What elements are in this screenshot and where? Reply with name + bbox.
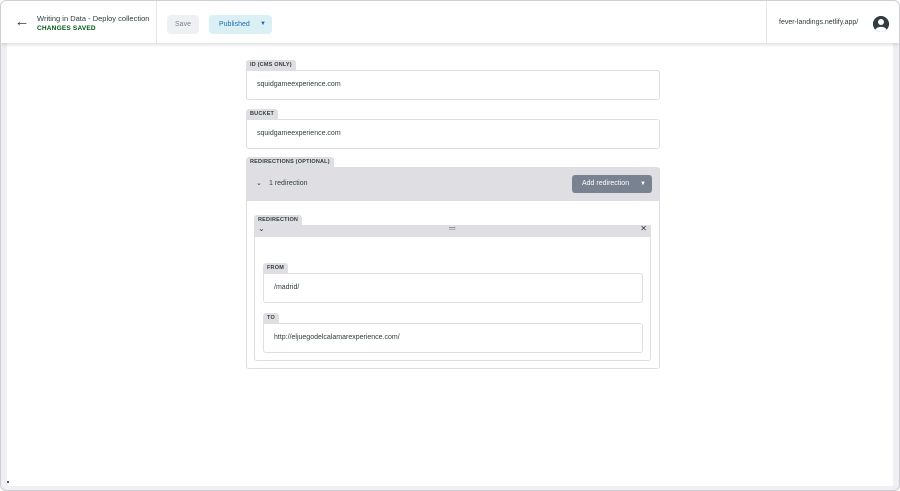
toolbar-divider: [156, 1, 157, 43]
caret-down-icon: ▼: [260, 21, 266, 27]
to-field-label: TO: [263, 313, 279, 323]
from-field-label: FROM: [263, 263, 288, 273]
id-field-input[interactable]: squidgameexperience.com: [246, 70, 660, 100]
resize-dot: [7, 481, 9, 483]
redirections-count: 1 redirection: [269, 180, 308, 187]
publish-status-dropdown[interactable]: Published ▼: [209, 15, 272, 34]
add-redirection-button[interactable]: Add redirection ▼: [572, 175, 652, 193]
arrow-left-icon: ←: [14, 13, 30, 30]
publish-status-label: Published: [219, 21, 250, 28]
id-field-label: ID (CMS ONLY): [246, 60, 296, 70]
drag-handle-icon[interactable]: ═: [449, 223, 455, 233]
editor-toolbar: ← Writing in Data - Deploy collection CH…: [1, 1, 899, 43]
from-field-input[interactable]: /madrid/: [263, 273, 643, 303]
editor-form: ID (CMS ONLY) squidgameexperience.com BU…: [7, 43, 893, 486]
site-url-link[interactable]: fever-landings.netlify.app/: [779, 19, 858, 26]
back-button[interactable]: ←: [12, 13, 32, 31]
save-status: CHANGES SAVED: [37, 25, 96, 32]
entry-title: Writing in Data - Deploy collection: [37, 14, 150, 23]
redirections-list-header: ⌄ 1 redirection Add redirection ▼: [246, 167, 660, 201]
add-redirection-label: Add redirection: [582, 180, 630, 187]
bucket-field-label: BUCKET: [246, 109, 279, 119]
user-avatar-icon[interactable]: [873, 16, 889, 32]
entry-title-block: Writing in Data - Deploy collection CHAN…: [37, 14, 149, 34]
redirection-item-topbar: ⌄ ═ ✕: [254, 223, 651, 237]
bucket-field-input[interactable]: squidgameexperience.com: [246, 119, 660, 149]
collapse-item-icon[interactable]: ⌄: [258, 224, 265, 233]
caret-down-icon: ▼: [640, 181, 646, 187]
to-field-input[interactable]: http://eljuegodelcalamarexperience.com/: [263, 323, 643, 353]
toolbar-divider-right: [766, 1, 767, 43]
close-icon[interactable]: ✕: [640, 224, 647, 233]
app-window: ← Writing in Data - Deploy collection CH…: [0, 0, 900, 491]
save-button[interactable]: Save: [167, 15, 199, 34]
redirections-field-label: REDIRECTIONS (OPTIONAL): [246, 157, 334, 167]
chevron-down-icon[interactable]: ⌄: [256, 179, 262, 187]
